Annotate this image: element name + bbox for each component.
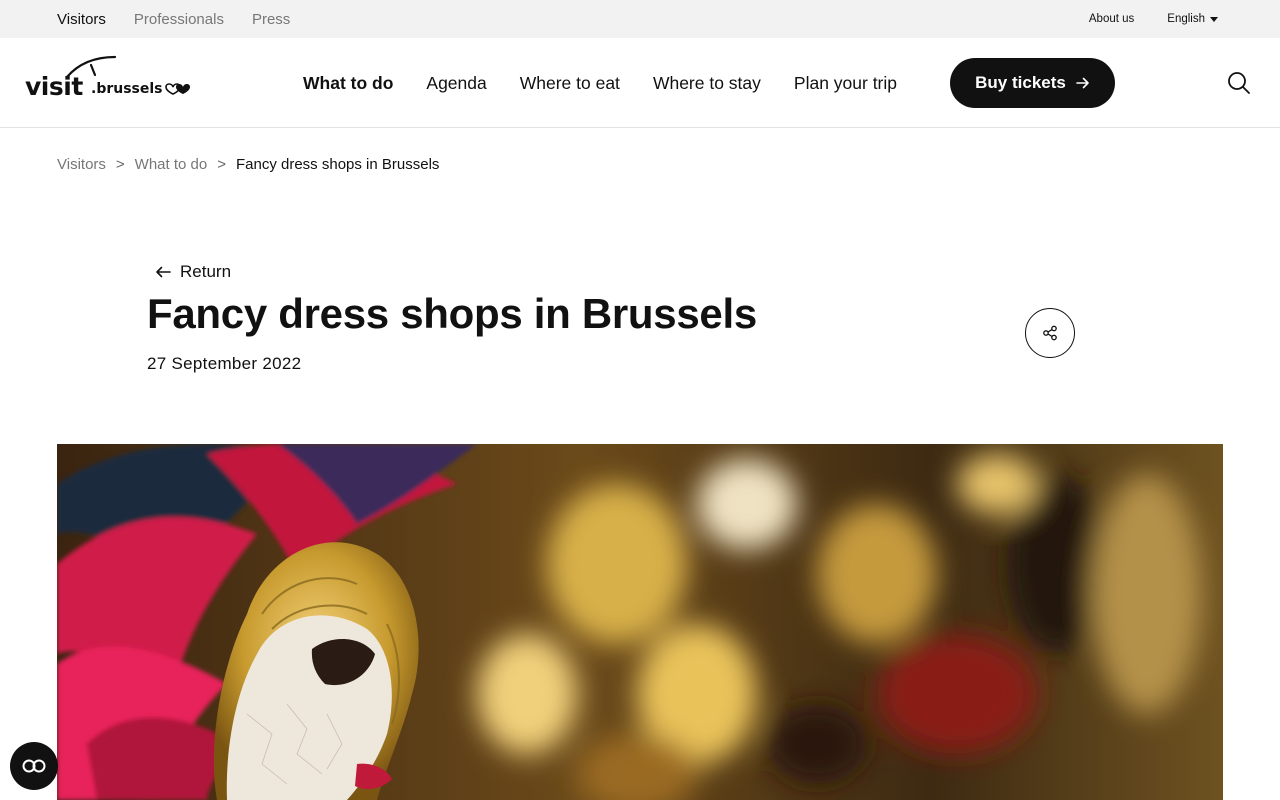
top-utility-bar: Visitors Professionals Press About us En… [0,0,1280,38]
language-selector[interactable]: English [1167,13,1218,25]
nav-where-to-eat[interactable]: Where to eat [520,73,620,94]
site-logo[interactable]: visit .brussels [25,55,190,103]
breadcrumb: Visitors > What to do > Fancy dress shop… [57,156,439,173]
nav-what-to-do[interactable]: What to do [303,73,393,94]
publish-date: 27 September 2022 [147,354,302,373]
nav-plan-your-trip[interactable]: Plan your trip [794,73,897,94]
breadcrumb-current: Fancy dress shops in Brussels [235,156,440,173]
audience-switcher: Visitors Professionals Press [57,0,290,38]
nav-agenda[interactable]: Agenda [426,73,486,94]
arrow-left-icon [156,266,171,278]
breadcrumb-separator-icon: > [115,156,125,173]
search-icon [1228,72,1250,94]
nav-where-to-stay[interactable]: Where to stay [653,73,761,94]
breadcrumb-visitors[interactable]: Visitors [57,156,106,173]
share-icon [1043,325,1057,341]
accessibility-button[interactable] [10,742,58,790]
about-us-link[interactable]: About us [1089,13,1134,25]
main-header: visit .brussels What to do Agenda Where … [0,38,1280,128]
buy-tickets-button[interactable]: Buy tickets [950,58,1115,108]
logo-word-brussels: .brussels [91,81,163,97]
hero-image [57,444,1223,800]
arrow-right-icon [1076,77,1089,89]
main-navigation: What to do Agenda Where to eat Where to … [303,38,930,128]
breadcrumb-separator-icon: > [217,156,226,173]
audience-visitors-link[interactable]: Visitors [57,11,106,28]
accessibility-icon [22,759,46,773]
audience-press-link[interactable]: Press [252,11,290,28]
buy-tickets-label: Buy tickets [975,73,1066,92]
utility-links: About us English [1089,0,1218,38]
logo-hearts-icon [165,83,190,95]
hero-mask-illustration [57,444,1223,800]
share-button[interactable] [1025,308,1075,358]
return-link[interactable]: Return [155,262,231,282]
search-button[interactable] [1227,71,1251,100]
breadcrumb-what-to-do[interactable]: What to do [135,156,208,173]
language-label: English [1167,13,1205,25]
logo-word-visit: visit [25,72,83,101]
caret-down-icon [1210,16,1218,22]
return-label: Return [180,262,232,281]
audience-professionals-link[interactable]: Professionals [134,11,224,28]
page-title: Fancy dress shops in Brussels [147,290,757,337]
